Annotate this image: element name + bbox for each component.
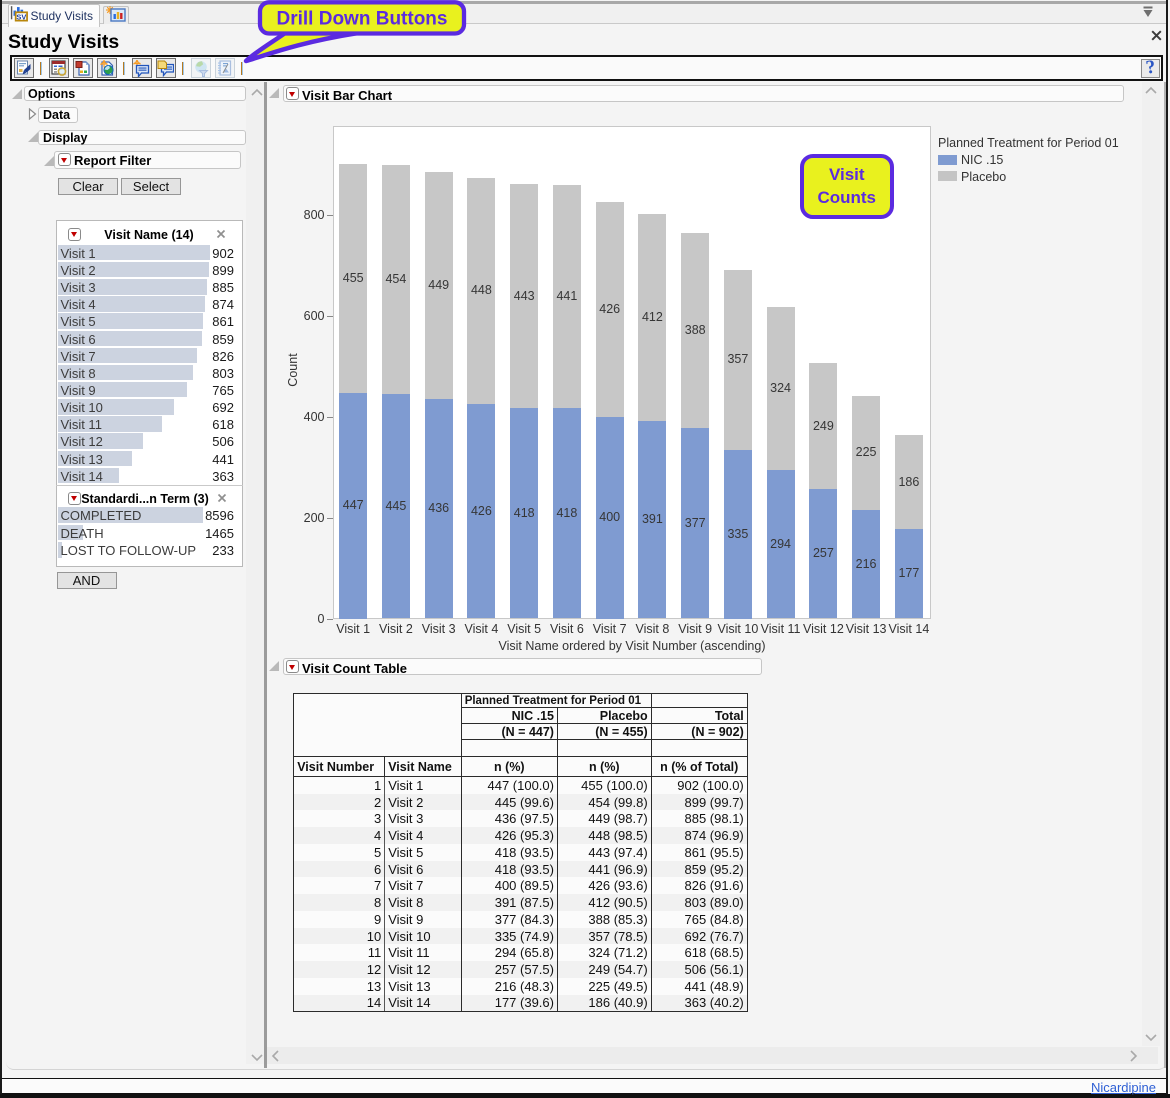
svg-text:Drill Down Buttons: Drill Down Buttons — [277, 9, 448, 30]
svg-text:SV: SV — [16, 12, 26, 21]
